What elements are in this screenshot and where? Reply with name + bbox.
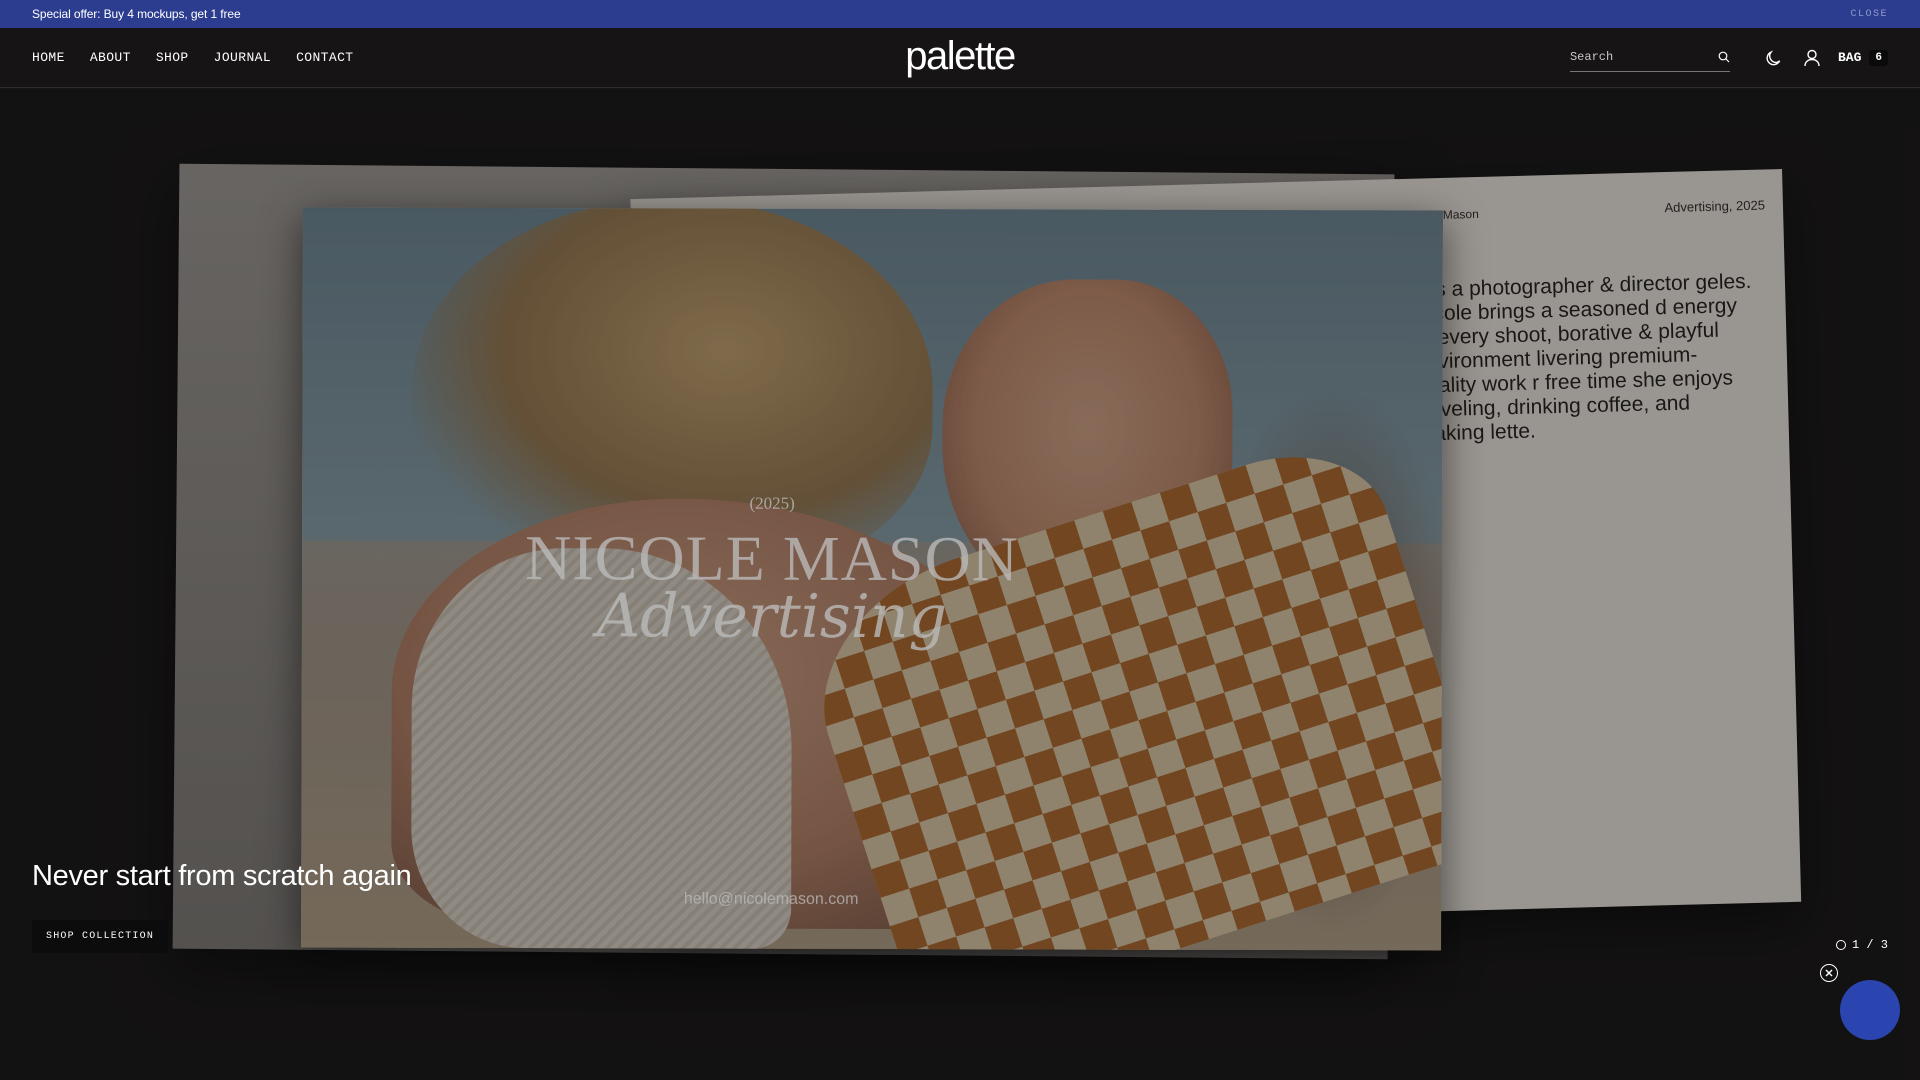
main-nav: HOME ABOUT SHOP JOURNAL CONTACT: [32, 50, 353, 65]
shop-collection-button[interactable]: SHOP COLLECTION: [32, 920, 169, 953]
photo-overlay-text: (2025) NICOLE MASON Advertising hello@ni…: [301, 208, 1443, 951]
pager-dot-icon: [1835, 940, 1846, 950]
search-input[interactable]: [1569, 50, 1700, 64]
bag-count-badge: 6: [1869, 49, 1888, 66]
promo-bar: Special offer: Buy 4 mockups, get 1 free…: [0, 0, 1920, 28]
search-icon[interactable]: [1718, 51, 1730, 63]
nav-about[interactable]: ABOUT: [90, 50, 131, 65]
nav-shop[interactable]: SHOP: [156, 50, 189, 65]
nav-home[interactable]: HOME: [32, 50, 65, 65]
promo-close-button[interactable]: CLOSE: [1850, 9, 1888, 20]
bag-button[interactable]: BAG 6: [1837, 49, 1888, 66]
photo-subtitle: Advertising: [596, 581, 948, 653]
nav-contact[interactable]: CONTACT: [296, 50, 353, 65]
moon-icon[interactable]: [1764, 49, 1782, 67]
bio-card-meta: Advertising, 2025: [1664, 197, 1766, 216]
hero-section: Nicole Mason Advertising, 2025 n is a ph…: [0, 89, 1920, 1080]
bag-label: BAG: [1837, 50, 1862, 65]
nav-journal[interactable]: JOURNAL: [214, 50, 271, 65]
header-actions: BAG 6: [1569, 44, 1888, 72]
chat-icon[interactable]: [1840, 980, 1900, 1040]
search-box: [1569, 44, 1730, 72]
photo-email: hello@nicolemason.com: [683, 890, 859, 908]
site-logo[interactable]: palette: [905, 34, 1016, 78]
user-icon[interactable]: [1804, 49, 1820, 67]
pager-count: 1 / 3: [1851, 938, 1888, 952]
photo-year: (2025): [749, 493, 795, 513]
promo-text: Special offer: Buy 4 mockups, get 1 free: [32, 7, 241, 21]
close-icon[interactable]: [1820, 964, 1838, 982]
slide-pager[interactable]: 1 / 3: [1835, 938, 1888, 952]
site-header: HOME ABOUT SHOP JOURNAL CONTACT palette …: [0, 28, 1920, 88]
bio-card-text: n is a photographer & director geles. Ni…: [1412, 269, 1752, 446]
hero-headline: Never start from scratch again: [32, 860, 412, 892]
photo-card: (2025) NICOLE MASON Advertising hello@ni…: [301, 207, 1443, 951]
